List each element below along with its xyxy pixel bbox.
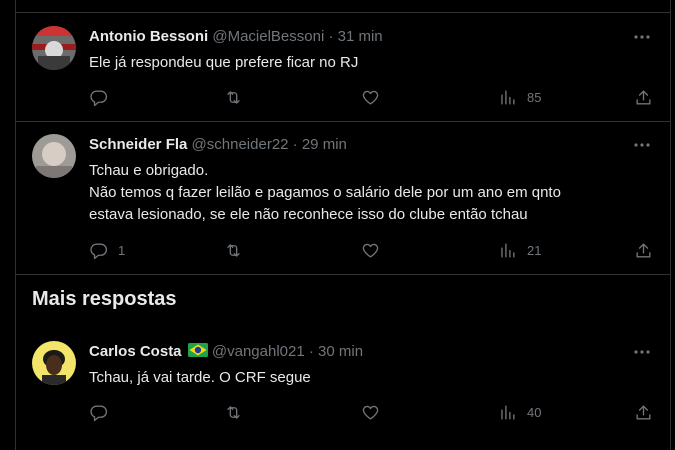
- tweet-text-line: Tchau e obrigado.: [89, 162, 209, 179]
- timestamp[interactable]: 29 min: [302, 136, 347, 153]
- reply-icon: [90, 404, 108, 421]
- tweet-header: Schneider Fla @schneider22 · 29 min: [89, 135, 347, 155]
- views-icon: [501, 404, 515, 420]
- like-icon: [362, 405, 379, 420]
- avatar[interactable]: [32, 26, 76, 70]
- share-icon: [636, 404, 651, 420]
- like-button[interactable]: [361, 87, 380, 107]
- retweet-icon: [227, 243, 240, 257]
- more-icon[interactable]: [632, 135, 652, 155]
- avatar[interactable]: [32, 341, 76, 385]
- views-count: 85: [527, 89, 542, 105]
- views-button[interactable]: 21: [498, 240, 541, 260]
- tweet-text-line: Tchau, já vai tarde. O CRF segue: [89, 369, 311, 386]
- share-button[interactable]: [634, 240, 653, 260]
- timeline-column: Antonio Bessoni @MacielBessoni · 31 min …: [15, 0, 671, 450]
- avatar[interactable]: [32, 134, 76, 178]
- retweet-button[interactable]: [224, 87, 243, 107]
- section-title: Mais respostas: [32, 288, 177, 310]
- retweet-icon: [227, 90, 240, 104]
- tweet-text: Tchau e obrigado. Não temos q fazer leil…: [89, 160, 659, 226]
- views-icon: [501, 89, 515, 105]
- display-name[interactable]: Schneider Fla: [89, 136, 187, 153]
- user-handle[interactable]: @MacielBessoni: [212, 28, 324, 45]
- views-button[interactable]: 85: [498, 87, 541, 107]
- more-icon[interactable]: [632, 342, 652, 362]
- separator: ·: [308, 343, 314, 360]
- reply-count: 1: [118, 242, 126, 258]
- more-icon[interactable]: [632, 27, 652, 47]
- separator: ·: [292, 136, 298, 153]
- like-button[interactable]: [361, 240, 380, 260]
- retweet-button[interactable]: [224, 402, 243, 422]
- display-name[interactable]: Antonio Bessoni: [89, 28, 208, 45]
- views-icon: [501, 242, 515, 258]
- tweet-text-line: estava lesionado, se ele não reconhece i…: [89, 206, 528, 223]
- reply-button[interactable]: 1: [89, 240, 125, 260]
- user-handle[interactable]: @vangahl021: [212, 343, 305, 360]
- tweet-text: Ele já respondeu que prefere ficar no RJ: [89, 52, 659, 74]
- share-icon: [636, 89, 651, 105]
- tweet[interactable]: Schneider Fla @schneider22 · 29 min Tcha…: [16, 122, 670, 275]
- reply-button[interactable]: [89, 87, 118, 107]
- views-count: 40: [527, 404, 542, 420]
- display-name[interactable]: Carlos Costa: [89, 343, 182, 360]
- retweet-button[interactable]: [224, 240, 243, 260]
- tweet-text-line: Não temos q fazer leilão e pagamos o sal…: [89, 184, 561, 201]
- tweet-header: Antonio Bessoni @MacielBessoni · 31 min: [89, 27, 383, 47]
- share-button[interactable]: [634, 87, 653, 107]
- share-icon: [636, 242, 651, 258]
- reply-icon: [90, 242, 108, 259]
- tweet-header: Carlos Costa @vangahl021 · 30 min: [89, 342, 363, 362]
- views-count: 21: [527, 242, 542, 258]
- like-icon: [362, 90, 379, 105]
- retweet-icon: [227, 405, 240, 419]
- brazil-flag-icon: [187, 343, 208, 357]
- views-button[interactable]: 40: [498, 402, 541, 422]
- user-handle[interactable]: @schneider22: [192, 136, 289, 153]
- tweet-text: Tchau, já vai tarde. O CRF segue: [89, 367, 659, 389]
- like-icon: [362, 243, 379, 258]
- tweet-text-line: Ele já respondeu que prefere ficar no RJ: [89, 54, 359, 71]
- timestamp[interactable]: 30 min: [318, 343, 363, 360]
- share-button[interactable]: [634, 402, 653, 422]
- reply-button[interactable]: [89, 402, 118, 422]
- reply-icon: [90, 89, 108, 106]
- separator: ·: [328, 28, 334, 45]
- timestamp[interactable]: 31 min: [338, 28, 383, 45]
- tweet[interactable]: Antonio Bessoni @MacielBessoni · 31 min …: [16, 12, 670, 122]
- tweet[interactable]: Carlos Costa @vangahl021 · 30 min Tchau,…: [16, 330, 670, 450]
- like-button[interactable]: [361, 402, 380, 422]
